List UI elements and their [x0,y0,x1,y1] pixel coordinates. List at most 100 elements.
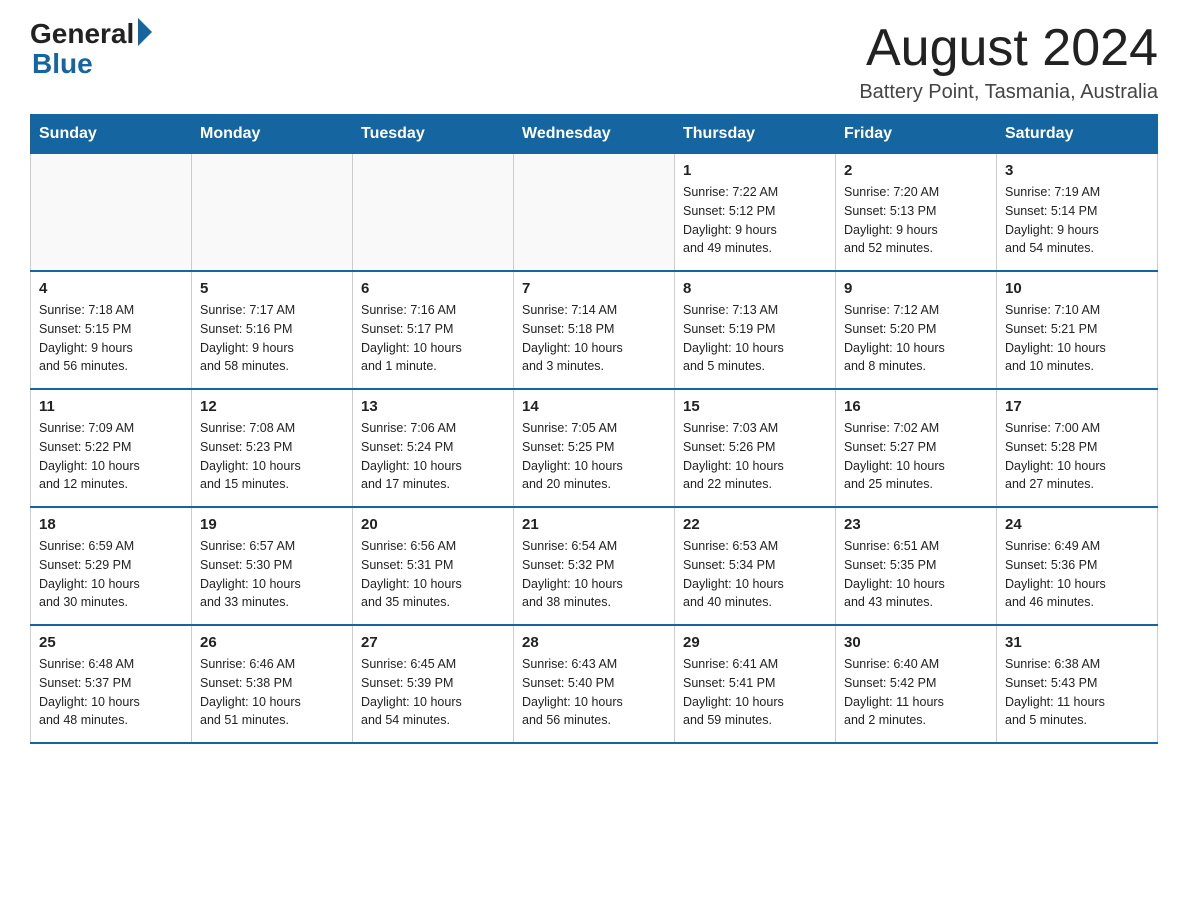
day-cell: 17 Sunrise: 7:00 AMSunset: 5:28 PMDayligh… [997,389,1158,507]
day-number: 7 [522,280,666,297]
calendar-body: 1 Sunrise: 7:22 AMSunset: 5:12 PMDaylight… [31,154,1158,744]
header-cell-monday: Monday [192,115,353,154]
day-number: 22 [683,516,827,533]
day-number: 24 [1005,516,1149,533]
day-number: 6 [361,280,505,297]
day-number: 31 [1005,634,1149,651]
day-number: 4 [39,280,183,297]
day-cell: 29 Sunrise: 6:41 AMSunset: 5:41 PMDayligh… [675,625,836,743]
day-info: Sunrise: 6:48 AMSunset: 5:37 PMDaylight:… [39,655,183,730]
header-cell-sunday: Sunday [31,115,192,154]
day-cell: 31Sunrise: 6:38 AMSunset: 5:43 PMDayligh… [997,625,1158,743]
day-number: 17 [1005,398,1149,415]
day-number: 21 [522,516,666,533]
calendar-header: SundayMondayTuesdayWednesdayThursdayFrid… [31,115,1158,154]
day-info: Sunrise: 6:54 AMSunset: 5:32 PMDaylight:… [522,537,666,612]
page-header: General Blue August 2024 Battery Point, … [30,20,1158,104]
day-info: Sunrise: 7:14 AMSunset: 5:18 PMDaylight:… [522,301,666,376]
week-row-1: 1 Sunrise: 7:22 AMSunset: 5:12 PMDaylight… [31,154,1158,272]
day-cell: 18Sunrise: 6:59 AMSunset: 5:29 PMDayligh… [31,507,192,625]
day-cell: 10 Sunrise: 7:10 AMSunset: 5:21 PMDayligh… [997,271,1158,389]
day-cell: 13 Sunrise: 7:06 AMSunset: 5:24 PMDayligh… [353,389,514,507]
day-info: Sunrise: 7:08 AMSunset: 5:23 PMDaylight:… [200,419,344,494]
day-info: Sunrise: 6:49 AMSunset: 5:36 PMDaylight:… [1005,537,1149,612]
day-cell: 21 Sunrise: 6:54 AMSunset: 5:32 PMDayligh… [514,507,675,625]
day-cell: 9 Sunrise: 7:12 AMSunset: 5:20 PMDaylight… [836,271,997,389]
week-row-2: 4Sunrise: 7:18 AMSunset: 5:15 PMDaylight… [31,271,1158,389]
day-cell: 8 Sunrise: 7:13 AMSunset: 5:19 PMDaylight… [675,271,836,389]
day-cell: 24 Sunrise: 6:49 AMSunset: 5:36 PMDayligh… [997,507,1158,625]
day-cell: 2Sunrise: 7:20 AMSunset: 5:13 PMDaylight… [836,154,997,272]
day-number: 9 [844,280,988,297]
day-info: Sunrise: 7:06 AMSunset: 5:24 PMDaylight:… [361,419,505,494]
day-number: 29 [683,634,827,651]
day-number: 1 [683,162,827,179]
day-info: Sunrise: 7:17 AMSunset: 5:16 PMDaylight:… [200,301,344,376]
day-cell: 5 Sunrise: 7:17 AMSunset: 5:16 PMDaylight… [192,271,353,389]
day-cell: 3 Sunrise: 7:19 AMSunset: 5:14 PMDaylight… [997,154,1158,272]
day-info: Sunrise: 6:40 AMSunset: 5:42 PMDaylight:… [844,655,988,730]
logo-arrow-icon [138,18,152,46]
day-cell: 20 Sunrise: 6:56 AMSunset: 5:31 PMDayligh… [353,507,514,625]
day-cell: 6Sunrise: 7:16 AMSunset: 5:17 PMDaylight… [353,271,514,389]
day-number: 19 [200,516,344,533]
day-info: Sunrise: 7:13 AMSunset: 5:19 PMDaylight:… [683,301,827,376]
day-info: Sunrise: 6:57 AMSunset: 5:30 PMDaylight:… [200,537,344,612]
day-cell [31,154,192,272]
day-cell [514,154,675,272]
header-cell-tuesday: Tuesday [353,115,514,154]
day-info: Sunrise: 7:03 AMSunset: 5:26 PMDaylight:… [683,419,827,494]
day-number: 15 [683,398,827,415]
day-info: Sunrise: 6:41 AMSunset: 5:41 PMDaylight:… [683,655,827,730]
location-subtitle: Battery Point, Tasmania, Australia [859,81,1158,104]
title-area: August 2024 Battery Point, Tasmania, Aus… [859,20,1158,104]
day-info: Sunrise: 7:12 AMSunset: 5:20 PMDaylight:… [844,301,988,376]
day-number: 28 [522,634,666,651]
day-info: Sunrise: 7:05 AMSunset: 5:25 PMDaylight:… [522,419,666,494]
day-number: 26 [200,634,344,651]
day-number: 12 [200,398,344,415]
header-row: SundayMondayTuesdayWednesdayThursdayFrid… [31,115,1158,154]
day-cell: 11 Sunrise: 7:09 AMSunset: 5:22 PMDayligh… [31,389,192,507]
day-cell [192,154,353,272]
day-number: 23 [844,516,988,533]
calendar-table: SundayMondayTuesdayWednesdayThursdayFrid… [30,114,1158,744]
logo: General Blue [30,20,152,80]
day-number: 5 [200,280,344,297]
month-title: August 2024 [859,20,1158,77]
day-info: Sunrise: 7:20 AMSunset: 5:13 PMDaylight:… [844,183,988,258]
day-number: 11 [39,398,183,415]
day-info: Sunrise: 7:19 AMSunset: 5:14 PMDaylight:… [1005,183,1149,258]
header-cell-wednesday: Wednesday [514,115,675,154]
day-cell: 4Sunrise: 7:18 AMSunset: 5:15 PMDaylight… [31,271,192,389]
day-cell: 22Sunrise: 6:53 AMSunset: 5:34 PMDayligh… [675,507,836,625]
day-info: Sunrise: 7:09 AMSunset: 5:22 PMDaylight:… [39,419,183,494]
day-cell: 15 Sunrise: 7:03 AMSunset: 5:26 PMDayligh… [675,389,836,507]
day-info: Sunrise: 6:56 AMSunset: 5:31 PMDaylight:… [361,537,505,612]
day-info: Sunrise: 6:45 AMSunset: 5:39 PMDaylight:… [361,655,505,730]
week-row-5: 25 Sunrise: 6:48 AMSunset: 5:37 PMDayligh… [31,625,1158,743]
day-info: Sunrise: 6:46 AMSunset: 5:38 PMDaylight:… [200,655,344,730]
day-number: 13 [361,398,505,415]
day-cell: 1 Sunrise: 7:22 AMSunset: 5:12 PMDaylight… [675,154,836,272]
day-info: Sunrise: 6:43 AMSunset: 5:40 PMDaylight:… [522,655,666,730]
day-info: Sunrise: 6:51 AMSunset: 5:35 PMDaylight:… [844,537,988,612]
day-info: Sunrise: 7:00 AMSunset: 5:28 PMDaylight:… [1005,419,1149,494]
day-number: 10 [1005,280,1149,297]
logo-general-text: General [30,20,134,48]
day-number: 20 [361,516,505,533]
day-number: 3 [1005,162,1149,179]
day-cell: 27Sunrise: 6:45 AMSunset: 5:39 PMDayligh… [353,625,514,743]
day-info: Sunrise: 7:02 AMSunset: 5:27 PMDaylight:… [844,419,988,494]
day-number: 25 [39,634,183,651]
logo-blue-text: Blue [32,48,93,80]
day-cell: 28 Sunrise: 6:43 AMSunset: 5:40 PMDayligh… [514,625,675,743]
day-cell: 30Sunrise: 6:40 AMSunset: 5:42 PMDayligh… [836,625,997,743]
day-cell: 14Sunrise: 7:05 AMSunset: 5:25 PMDayligh… [514,389,675,507]
day-number: 8 [683,280,827,297]
day-number: 16 [844,398,988,415]
day-cell: 12 Sunrise: 7:08 AMSunset: 5:23 PMDayligh… [192,389,353,507]
day-info: Sunrise: 7:22 AMSunset: 5:12 PMDaylight:… [683,183,827,258]
day-info: Sunrise: 6:59 AMSunset: 5:29 PMDaylight:… [39,537,183,612]
day-info: Sunrise: 7:10 AMSunset: 5:21 PMDaylight:… [1005,301,1149,376]
